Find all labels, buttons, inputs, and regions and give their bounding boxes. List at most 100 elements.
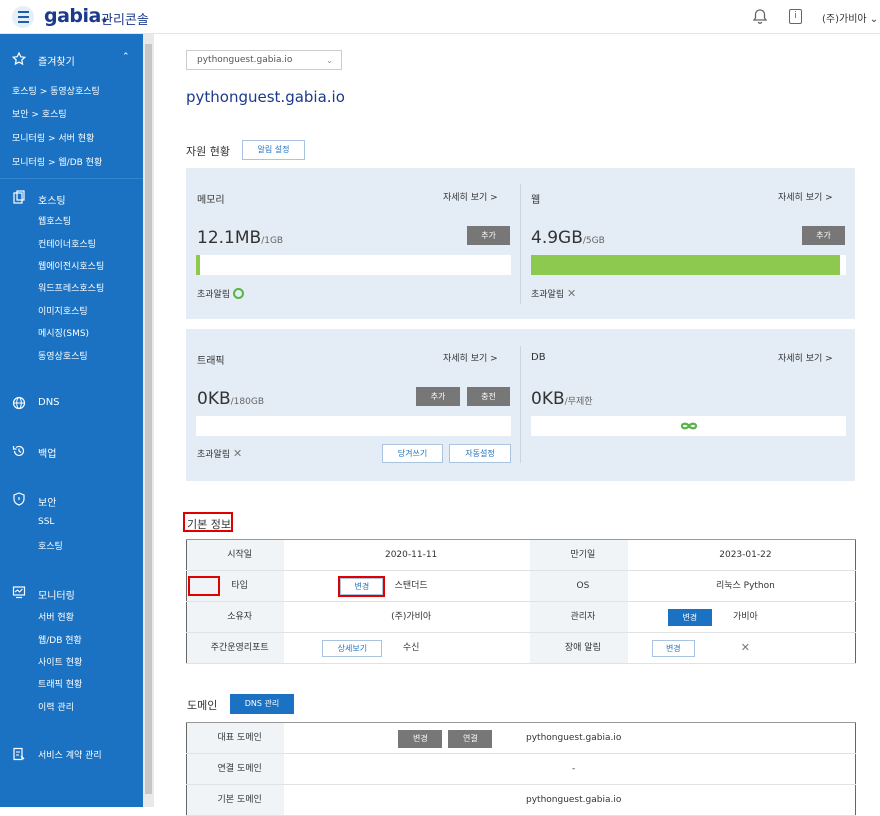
pull-forward-button[interactable]: 당겨쓰기 [382, 444, 443, 463]
main-content: pythonguest.gabia.io ⌄ pythonguest.gabia.… [154, 34, 880, 816]
sidebar-dns-title[interactable]: DNS [38, 397, 60, 408]
traffic-detail-link[interactable]: 자세히 보기 > [443, 351, 498, 364]
bell-icon[interactable] [752, 8, 768, 25]
linked-domain-label: 연결 도메인 [186, 753, 285, 785]
linked-domain-value: - [284, 753, 856, 785]
expiry-date-label: 만기일 [529, 539, 628, 571]
web-alert[interactable]: 초과알림 ✕ [531, 287, 576, 300]
sidebar-item-image-hosting[interactable]: 이미지호스팅 [38, 304, 88, 317]
highlight-box [188, 576, 220, 596]
sidebar-item-server-status[interactable]: 서버 현황 [38, 610, 74, 623]
db-usage-bar [531, 416, 846, 436]
sidebar-item-wordpress-hosting[interactable]: 워드프레스호스팅 [38, 281, 104, 294]
admin-change-button[interactable]: 변경 [667, 609, 712, 626]
main-domain-label: 대표 도메인 [186, 722, 285, 754]
sidebar-item-web-hosting[interactable]: 웹호스팅 [38, 214, 71, 227]
sidebar-monitoring-title[interactable]: 모니터링 [38, 587, 75, 602]
failure-alert-label: 장애 알림 [529, 632, 628, 664]
alert-off-icon: ✕ [233, 447, 243, 460]
page-title: pythonguest.gabia.io [186, 88, 345, 106]
top-bar: gabia. 관리콘솔 i (주)가비아 ⌄ [0, 0, 880, 34]
memory-usage: 12.1MB/1GB [197, 228, 284, 248]
type-label: 타입 [231, 581, 248, 591]
table-row: 대표 도메인 pythonguest.gabia.io 변경 연결 [186, 722, 856, 754]
type-value-cell: 스탠더드 변경 [284, 570, 530, 602]
sidebar-backup-title[interactable]: 백업 [38, 445, 56, 460]
sidebar-scrollbar[interactable] [143, 34, 154, 807]
default-domain-label: 기본 도메인 [186, 784, 285, 816]
domain-select[interactable]: pythonguest.gabia.io ⌄ [186, 50, 342, 70]
domain-table: 대표 도메인 pythonguest.gabia.io 변경 연결 연결 도메인 -… [186, 722, 856, 816]
sidebar-fav-item[interactable]: 모니터링 > 웹/DB 현황 [12, 155, 102, 168]
alert-off-icon: ✕ [567, 287, 577, 300]
user-menu[interactable]: (주)가비아 ⌄ [822, 10, 878, 25]
sidebar-item-sms[interactable]: 메시징(SMS) [38, 326, 89, 339]
os-label: OS [529, 570, 628, 602]
main-domain-cell: pythonguest.gabia.io 변경 연결 [284, 722, 856, 754]
admin-label: 관리자 [529, 601, 628, 633]
globe-icon [12, 396, 26, 410]
highlight-box [338, 576, 386, 597]
db-card-title: DB [531, 352, 546, 363]
db-detail-link[interactable]: 자세히 보기 > [778, 351, 833, 364]
sidebar-item-agency-hosting[interactable]: 웹에이전시호스팅 [38, 259, 104, 272]
domain-section-title: 도메인 [187, 699, 218, 712]
sidebar-item-ssl[interactable]: SSL [38, 517, 54, 527]
memory-detail-link[interactable]: 자세히 보기 > [443, 190, 498, 203]
db-usage: 0KB/무제한 [531, 389, 593, 409]
sidebar-item-history[interactable]: 이력 관리 [38, 700, 74, 713]
domain-change-button[interactable]: 변경 [398, 730, 443, 748]
default-domain-value: pythonguest.gabia.io [284, 784, 856, 816]
sidebar-fav-item[interactable]: 호스팅 > 동영상호스팅 [12, 84, 100, 97]
traffic-alert[interactable]: 초과알림 ✕ [197, 447, 242, 460]
failure-alert-change-button[interactable]: 변경 [651, 640, 695, 657]
traffic-charge-button[interactable]: 충전 [467, 387, 510, 406]
console-label: 관리콘솔 [101, 13, 149, 28]
memory-card-title: 메모리 [197, 195, 225, 206]
resources-title: 자원 현황 [186, 145, 230, 158]
memory-usage-fill [196, 255, 200, 275]
traffic-usage-bar [196, 416, 511, 436]
start-date-value: 2020-11-11 [284, 539, 530, 571]
admin-value-cell: 가비아 변경 [627, 601, 856, 633]
divider [0, 178, 143, 179]
sidebar-hosting-title[interactable]: 호스팅 [38, 192, 66, 207]
sidebar-item-webdb-status[interactable]: 웹/DB 현황 [38, 633, 82, 646]
web-detail-link[interactable]: 자세히 보기 > [778, 190, 833, 203]
sidebar-contract-title[interactable]: 서비스 계약 관리 [38, 748, 102, 761]
memory-add-button[interactable]: 추가 [467, 226, 510, 245]
memory-alert[interactable]: 초과알림 [197, 287, 244, 300]
highlight-box [183, 512, 233, 532]
memory-usage-bar [196, 255, 511, 275]
sidebar-fav-item[interactable]: 모니터링 > 서버 현황 [12, 131, 94, 144]
sidebar-item-container-hosting[interactable]: 컨테이너호스팅 [38, 237, 96, 250]
sidebar-item-video-hosting[interactable]: 동영상호스팅 [38, 349, 88, 362]
web-add-button[interactable]: 추가 [802, 226, 845, 245]
failure-alert-cell: ✕ 변경 [627, 632, 856, 664]
sidebar-item-security-hosting[interactable]: 호스팅 [38, 539, 63, 552]
divider [520, 184, 521, 304]
table-row: 기본 도메인 pythonguest.gabia.io [186, 784, 856, 816]
web-usage-fill [531, 255, 840, 275]
dns-manage-button[interactable]: DNS 관리 [230, 694, 294, 714]
sidebar-fav-item[interactable]: 보안 > 호스팅 [12, 107, 67, 120]
alert-setting-button[interactable]: 알림 설정 [242, 140, 305, 160]
chevron-up-icon[interactable]: ⌃ [122, 52, 130, 62]
auto-setting-button[interactable]: 자동설정 [449, 444, 511, 463]
os-value: 리눅스 Python [627, 570, 856, 602]
traffic-usage: 0KB/180GB [197, 389, 264, 409]
hamburger-menu-icon[interactable] [12, 6, 34, 28]
domain-connect-button[interactable]: 연결 [448, 730, 493, 748]
gabia-logo[interactable]: gabia. [44, 5, 108, 27]
report-detail-button[interactable]: 상세보기 [322, 640, 383, 657]
sidebar-item-site-status[interactable]: 사이트 현황 [38, 655, 82, 668]
sidebar-favorites-title[interactable]: 즐겨찾기 [38, 53, 75, 68]
sidebar-security-title[interactable]: 보안 [38, 494, 56, 509]
scrollbar-thumb[interactable] [145, 44, 152, 794]
alert-off-icon: ✕ [740, 640, 751, 654]
traffic-add-button[interactable]: 추가 [416, 387, 460, 406]
main-domain-value: pythonguest.gabia.io [526, 733, 622, 743]
info-icon[interactable]: i [789, 9, 802, 24]
sidebar-item-traffic-status[interactable]: 트래픽 현황 [38, 677, 82, 690]
chevron-down-icon: ⌄ [326, 56, 333, 65]
